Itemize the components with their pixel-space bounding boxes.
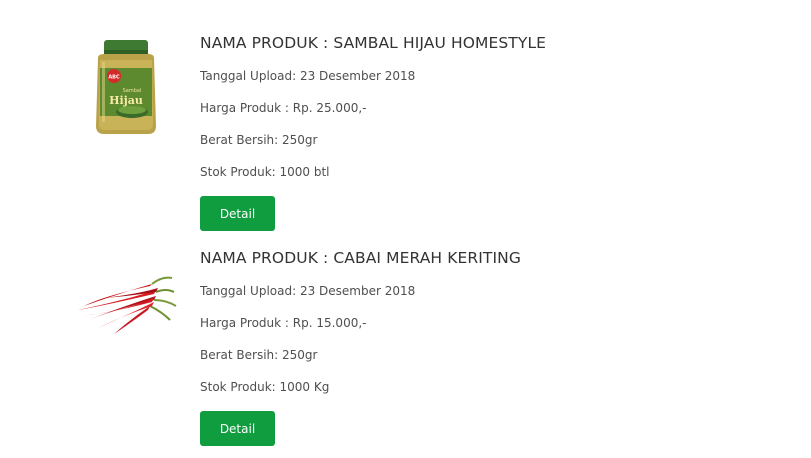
net-weight: Berat Bersih: 250gr [200, 133, 318, 147]
product-price: Harga Produk : Rp. 15.000,- [200, 316, 367, 330]
product-info: NAMA PRODUK : CABAI MERAH KERITING Tangg… [200, 247, 521, 446]
product-info: NAMA PRODUK : SAMBAL HIJAU HOMESTYLE Tan… [200, 32, 547, 231]
net-weight: Berat Bersih: 250gr [200, 348, 318, 362]
upload-date: Tanggal Upload: 23 Desember 2018 [200, 69, 416, 83]
product-title: NAMA PRODUK : CABAI MERAH KERITING [200, 249, 521, 267]
product-stock: Stok Produk: 1000 btl [200, 165, 330, 179]
product-card: NAMA PRODUK : CABAI MERAH KERITING Tangg… [0, 215, 811, 458]
product-title: NAMA PRODUK : SAMBAL HIJAU HOMESTYLE [200, 34, 547, 52]
jar-brand-label: ABC [108, 75, 120, 81]
product-card: ABC Sambal Hijau NAMA PRODUK : SAMBAL HI… [0, 0, 811, 240]
product-image-red-chili [78, 276, 177, 334]
product-price: Harga Produk : Rp. 25.000,- [200, 101, 367, 115]
jar-big-label: Hijau [109, 94, 143, 107]
detail-button[interactable]: Detail [200, 411, 275, 446]
upload-date: Tanggal Upload: 23 Desember 2018 [200, 284, 416, 298]
product-image-sambal-hijau: ABC Sambal Hijau [96, 40, 156, 134]
product-stock: Stok Produk: 1000 Kg [200, 380, 330, 394]
